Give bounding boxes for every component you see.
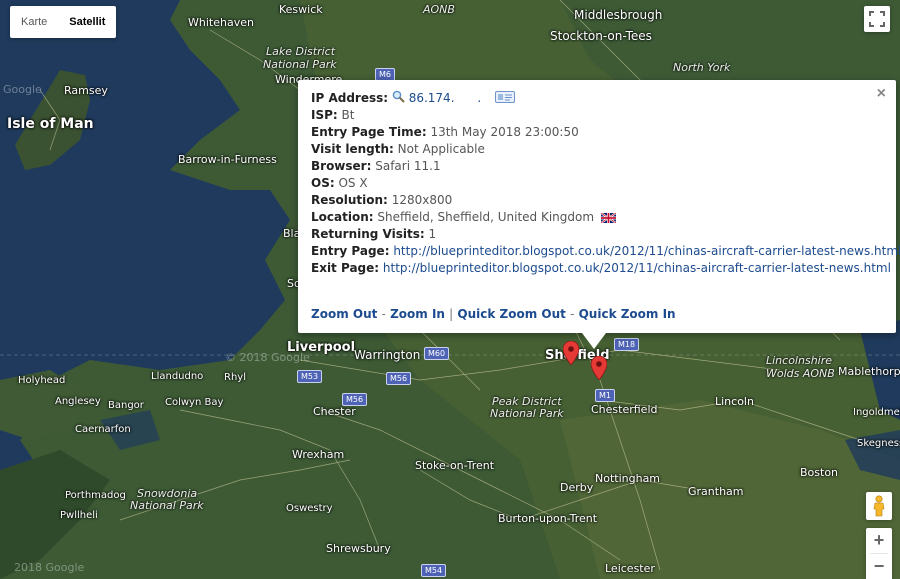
watermark-google: Google <box>3 83 42 96</box>
place-aonb: AONB <box>423 3 455 16</box>
place-whitehaven: Whitehaven <box>188 16 254 29</box>
separator-dash: - <box>570 307 575 321</box>
place-llandudno: Llandudno <box>151 371 204 382</box>
exit-page-link[interactable]: http://blueprinteditor.blogspot.co.uk/20… <box>383 261 891 275</box>
road-shield-m56-a: M56 <box>386 372 412 385</box>
place-warrington: Warrington <box>354 348 421 362</box>
os-value: OS X <box>338 176 368 190</box>
place-middlesbrough: Middlesbrough <box>574 8 663 22</box>
ip-row: IP Address: 86.174. . <box>311 90 900 107</box>
uk-flag-icon <box>600 212 616 223</box>
place-derby: Derby <box>560 481 594 494</box>
place-oswestry: Oswestry <box>286 503 333 514</box>
map-marker-icon[interactable] <box>591 356 607 380</box>
place-stockton: Stockton-on-Tees <box>550 29 652 43</box>
os-label: OS: <box>311 176 335 190</box>
quick-zoom-out-link[interactable]: Quick Zoom Out <box>457 307 565 321</box>
place-burton: Burton-upon-Trent <box>498 512 598 525</box>
place-lake-district: Lake District <box>266 45 336 58</box>
returning-visits-value: 1 <box>428 227 437 241</box>
place-grantham: Grantham <box>688 485 744 498</box>
place-lake-district-np: National Park <box>263 58 337 71</box>
zoom-links: Zoom Out - Zoom In | Quick Zoom Out - Qu… <box>311 307 676 321</box>
road-shield-m60: M60 <box>424 347 450 360</box>
visit-length-label: Visit length: <box>311 142 394 156</box>
place-ingoldmel: Ingoldmel <box>853 407 900 418</box>
place-pwllheli: Pwllheli <box>60 510 98 521</box>
visit-length-value: Not Applicable <box>397 142 485 156</box>
fullscreen-icon <box>869 11 885 27</box>
map-marker-icon[interactable] <box>563 341 579 365</box>
place-isle-of-man: Isle of Man <box>7 116 94 132</box>
entry-time-label: Entry Page Time: <box>311 125 427 139</box>
visitor-info-window: × IP Address: 86.174. . ISP: Bt Entry Pa… <box>298 80 900 349</box>
watermark-copyright: © 2018 Google <box>225 351 310 364</box>
watermark-copyright-bottom: 2018 Google <box>14 561 85 574</box>
fullscreen-button[interactable] <box>864 6 890 32</box>
magnifier-icon[interactable] <box>392 90 405 103</box>
isp-label: ISP: <box>311 108 338 122</box>
road-shield-m54: M54 <box>421 564 447 577</box>
place-shrewsbury: Shrewsbury <box>326 542 391 555</box>
place-wrexham: Wrexham <box>292 448 345 461</box>
entry-page-label: Entry Page: <box>311 244 390 258</box>
place-lincolnshire: Lincolnshire <box>766 354 833 367</box>
place-boston: Boston <box>800 466 839 479</box>
resolution-label: Resolution: <box>311 193 388 207</box>
zoom-out-button[interactable]: − <box>866 554 892 579</box>
place-holyhead: Holyhead <box>18 375 66 386</box>
place-ramsey: Ramsey <box>64 84 108 97</box>
road-shield-m56-b: M56 <box>342 393 368 406</box>
returning-visits-label: Returning Visits: <box>311 227 425 241</box>
isp-value: Bt <box>341 108 355 122</box>
place-chester: Chester <box>313 405 356 418</box>
id-card-icon[interactable] <box>495 91 516 103</box>
place-peak-np: National Park <box>490 407 564 420</box>
place-keswick: Keswick <box>279 3 323 16</box>
separator-dash: - <box>381 307 386 321</box>
separator-pipe: | <box>449 307 454 321</box>
zoom-out-link[interactable]: Zoom Out <box>311 307 377 321</box>
quick-zoom-in-link[interactable]: Quick Zoom In <box>579 307 676 321</box>
browser-label: Browser: <box>311 159 372 173</box>
road-shield-m1: M1 <box>595 389 615 402</box>
place-wolds: Wolds AONB <box>766 367 835 380</box>
road-shield-m53: M53 <box>297 370 323 383</box>
zoom-control: + − <box>866 528 892 579</box>
resolution-value: 1280x800 <box>391 193 453 207</box>
place-colwyn: Colwyn Bay <box>165 397 224 408</box>
street-view-button[interactable] <box>866 492 892 520</box>
place-leicester: Leicester <box>605 562 655 575</box>
place-chesterfield: Chesterfield <box>591 403 658 416</box>
place-anglesey: Anglesey <box>55 396 101 407</box>
place-snowdonia-np: National Park <box>130 499 204 512</box>
browser-value: Safari 11.1 <box>375 159 441 173</box>
zoom-in-button[interactable]: + <box>866 528 892 553</box>
entry-page-link[interactable]: http://blueprinteditor.blogspot.co.uk/20… <box>393 244 900 258</box>
map-type-control: Karte Satellit <box>10 6 117 38</box>
location-label: Location: <box>311 210 374 224</box>
road-shield-m18: M18 <box>614 338 640 351</box>
place-porthmadog: Porthmadog <box>65 490 126 501</box>
map-type-karte-button[interactable]: Karte <box>10 6 58 38</box>
place-rhyl: Rhyl <box>224 372 246 383</box>
place-mablethorpe: Mablethorpe <box>838 365 900 378</box>
place-nottingham: Nottingham <box>595 472 661 485</box>
exit-page-label: Exit Page: <box>311 261 380 275</box>
map-type-satellite-button[interactable]: Satellit <box>58 6 116 38</box>
ip-label: IP Address: <box>311 91 389 105</box>
place-north-york: North York <box>673 61 731 74</box>
pegman-icon <box>873 495 885 517</box>
zoom-in-link[interactable]: Zoom In <box>390 307 445 321</box>
place-caernarfon: Caernarfon <box>75 424 131 435</box>
place-barrow: Barrow-in-Furness <box>178 153 277 166</box>
place-stoke: Stoke-on-Trent <box>415 459 495 472</box>
entry-time-value: 13th May 2018 23:00:50 <box>430 125 579 139</box>
ip-value-link[interactable]: 86.174. . <box>409 91 482 105</box>
place-lincoln: Lincoln <box>715 395 754 408</box>
place-skegness: Skegness <box>857 438 900 449</box>
location-value: Sheffield, Sheffield, United Kingdom <box>377 210 595 224</box>
place-bangor: Bangor <box>108 400 144 411</box>
